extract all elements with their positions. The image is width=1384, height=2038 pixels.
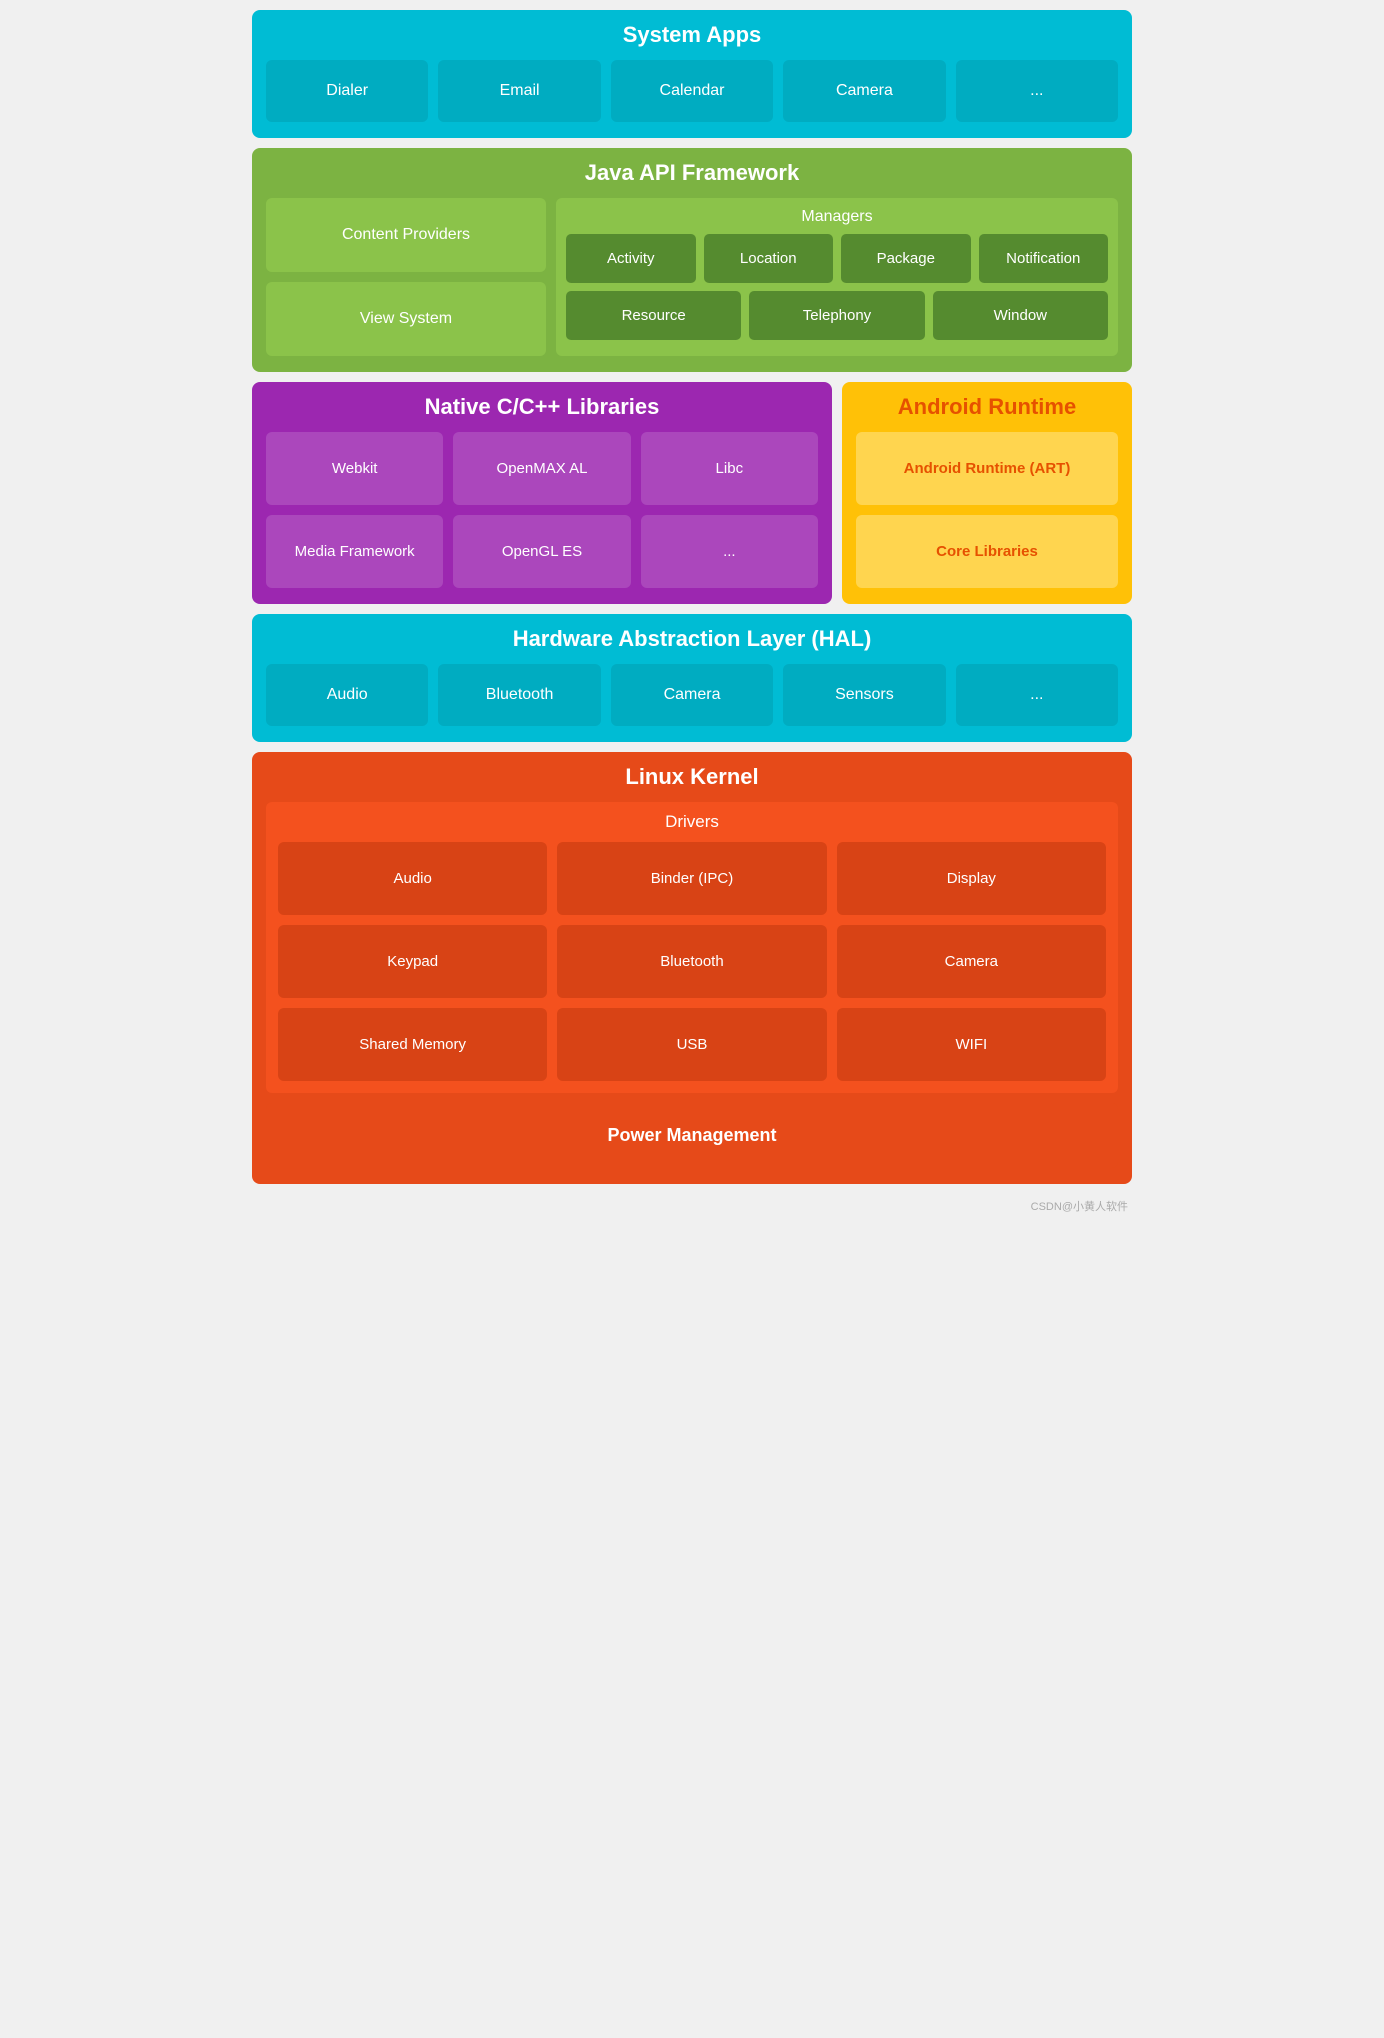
java-api-title: Java API Framework: [266, 160, 1118, 186]
hal-layer: Hardware Abstraction Layer (HAL) Audio B…: [252, 614, 1132, 742]
manager-telephony: Telephony: [749, 291, 924, 340]
runtime-art: Android Runtime (ART): [856, 432, 1118, 505]
native-more: ...: [641, 515, 818, 588]
app-email: Email: [438, 60, 600, 122]
drivers-title: Drivers: [278, 812, 1106, 832]
runtime-core-libs: Core Libraries: [856, 515, 1118, 588]
content-providers-card: Content Providers: [266, 198, 546, 272]
power-management-card: Power Management: [266, 1103, 1118, 1168]
native-libs-grid: Webkit OpenMAX AL Libc Media Framework O…: [266, 432, 818, 588]
view-system-card: View System: [266, 282, 546, 356]
hal-bluetooth: Bluetooth: [438, 664, 600, 726]
managers-grid: Activity Location Package Notification R…: [566, 234, 1108, 340]
drivers-section: Drivers Audio Binder (IPC) Display Keypa…: [266, 802, 1118, 1093]
drivers-grid: Audio Binder (IPC) Display Keypad Blueto…: [278, 842, 1106, 1081]
app-dialer: Dialer: [266, 60, 428, 122]
manager-activity: Activity: [566, 234, 696, 283]
native-media-framework: Media Framework: [266, 515, 443, 588]
hal-grid: Audio Bluetooth Camera Sensors ...: [266, 664, 1118, 726]
runtime-grid: Android Runtime (ART) Core Libraries: [856, 432, 1118, 588]
managers-title: Managers: [566, 208, 1108, 226]
watermark: CSDN@小黄人软件: [242, 1194, 1142, 1220]
manager-resource: Resource: [566, 291, 741, 340]
hal-title: Hardware Abstraction Layer (HAL): [266, 626, 1118, 652]
app-camera: Camera: [783, 60, 945, 122]
native-libs-title: Native C/C++ Libraries: [266, 394, 818, 420]
manager-package: Package: [841, 234, 971, 283]
manager-window: Window: [933, 291, 1108, 340]
driver-keypad: Keypad: [278, 925, 547, 998]
native-opengl: OpenGL ES: [453, 515, 630, 588]
driver-bluetooth: Bluetooth: [557, 925, 826, 998]
system-apps-grid: Dialer Email Calendar Camera ...: [266, 60, 1118, 122]
driver-display: Display: [837, 842, 1106, 915]
hal-audio: Audio: [266, 664, 428, 726]
managers-row-2: Resource Telephony Window: [566, 291, 1108, 340]
app-calendar: Calendar: [611, 60, 773, 122]
java-api-layer: Java API Framework Content Providers Vie…: [252, 148, 1132, 372]
driver-audio: Audio: [278, 842, 547, 915]
manager-notification: Notification: [979, 234, 1109, 283]
system-apps-title: System Apps: [266, 22, 1118, 48]
android-runtime-title: Android Runtime: [856, 394, 1118, 420]
linux-kernel-layer: Linux Kernel Drivers Audio Binder (IPC) …: [252, 752, 1132, 1184]
hal-camera: Camera: [611, 664, 773, 726]
hal-sensors: Sensors: [783, 664, 945, 726]
app-more: ...: [956, 60, 1118, 122]
system-apps-layer: System Apps Dialer Email Calendar Camera…: [252, 10, 1132, 138]
driver-camera: Camera: [837, 925, 1106, 998]
linux-kernel-title: Linux Kernel: [266, 764, 1118, 790]
native-libc: Libc: [641, 432, 818, 505]
android-runtime-layer: Android Runtime Android Runtime (ART) Co…: [842, 382, 1132, 604]
driver-wifi: WIFI: [837, 1008, 1106, 1081]
native-libs-layer: Native C/C++ Libraries Webkit OpenMAX AL…: [252, 382, 832, 604]
native-runtime-row: Native C/C++ Libraries Webkit OpenMAX AL…: [252, 382, 1132, 604]
managers-section: Managers Activity Location Package Notif…: [556, 198, 1118, 356]
driver-usb: USB: [557, 1008, 826, 1081]
driver-binder: Binder (IPC): [557, 842, 826, 915]
native-openmax: OpenMAX AL: [453, 432, 630, 505]
java-api-inner: Content Providers View System Managers A…: [266, 198, 1118, 356]
manager-location: Location: [704, 234, 834, 283]
driver-shared-memory: Shared Memory: [278, 1008, 547, 1081]
java-api-left: Content Providers View System: [266, 198, 546, 356]
managers-row-1: Activity Location Package Notification: [566, 234, 1108, 283]
hal-more: ...: [956, 664, 1118, 726]
native-webkit: Webkit: [266, 432, 443, 505]
